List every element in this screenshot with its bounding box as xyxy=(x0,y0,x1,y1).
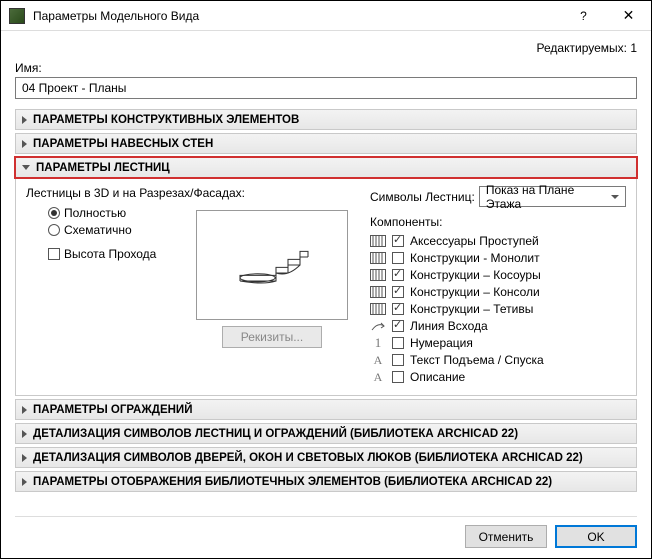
component-row: Конструкции – Тетивы xyxy=(370,302,626,316)
component-label: Нумерация xyxy=(410,336,473,350)
name-input[interactable] xyxy=(15,77,637,99)
chevron-right-icon xyxy=(22,454,27,462)
panel-title: ДЕТАЛИЗАЦИЯ СИМВОЛОВ ЛЕСТНИЦ И ОГРАЖДЕНИ… xyxy=(33,428,518,440)
chevron-right-icon xyxy=(22,478,27,486)
panel-title: ПАРАМЕТРЫ ОГРАЖДЕНИЙ xyxy=(33,404,192,416)
stair-preview xyxy=(196,210,348,320)
component-row: A Текст Подъема / Спуска xyxy=(370,353,626,367)
dialog-window: Параметры Модельного Вида ? ✕ Редактируе… xyxy=(0,0,652,559)
component-row: Конструкции - Монолит xyxy=(370,251,626,265)
panel-construct-elements[interactable]: ПАРАМЕТРЫ КОНСТРУКТИВНЫХ ЭЛЕМЕНТОВ xyxy=(15,109,637,130)
panel-railings[interactable]: ПАРАМЕТРЫ ОГРАЖДЕНИЙ xyxy=(15,399,637,420)
component-type-icon: A xyxy=(370,353,386,367)
requisites-button: Рекизиты... xyxy=(222,326,322,348)
component-checkbox[interactable] xyxy=(392,252,404,264)
panel-stair-rail-detail[interactable]: ДЕТАЛИЗАЦИЯ СИМВОЛОВ ЛЕСТНИЦ И ОГРАЖДЕНИ… xyxy=(15,423,637,444)
panel-title: ПАРАМЕТРЫ КОНСТРУКТИВНЫХ ЭЛЕМЕНТОВ xyxy=(33,114,299,126)
component-type-icon: A xyxy=(370,370,386,384)
panel-title: ПАРАМЕТРЫ ЛЕСТНИЦ xyxy=(36,162,170,174)
dialog-body: Редактируемых: 1 Имя: ПАРАМЕТРЫ КОНСТРУК… xyxy=(1,31,651,558)
radio-icon xyxy=(48,224,60,236)
component-label: Конструкции - Монолит xyxy=(410,251,540,265)
window-title: Параметры Модельного Вида xyxy=(33,9,561,23)
help-button[interactable]: ? xyxy=(561,1,606,30)
component-checkbox[interactable] xyxy=(392,303,404,315)
checkbox-label: Высота Прохода xyxy=(64,247,156,261)
titlebar: Параметры Модельного Вида ? ✕ xyxy=(1,1,651,31)
close-button[interactable]: ✕ xyxy=(606,1,651,30)
dropdown-value: Показ на Плане Этажа xyxy=(486,183,607,211)
component-row: Линия Всхода xyxy=(370,319,626,333)
component-row: A Описание xyxy=(370,370,626,384)
component-row: 1 Нумерация xyxy=(370,336,626,350)
components-list: Аксессуары Проступей Конструкции - Моноли… xyxy=(370,234,626,384)
component-checkbox[interactable] xyxy=(392,371,404,383)
cancel-button[interactable]: Отменить xyxy=(465,525,547,548)
panel-title: ДЕТАЛИЗАЦИЯ СИМВОЛОВ ДВЕРЕЙ, ОКОН И СВЕТ… xyxy=(33,452,583,464)
component-type-icon xyxy=(370,319,386,333)
chevron-right-icon xyxy=(22,140,27,148)
panel-title: ПАРАМЕТРЫ НАВЕСНЫХ СТЕН xyxy=(33,138,213,150)
radio-label: Полностью xyxy=(64,206,126,220)
panel-door-window-detail[interactable]: ДЕТАЛИЗАЦИЯ СИМВОЛОВ ДВЕРЕЙ, ОКОН И СВЕТ… xyxy=(15,447,637,468)
checkbox-icon xyxy=(48,248,60,260)
component-checkbox[interactable] xyxy=(392,337,404,349)
component-type-icon xyxy=(370,302,386,316)
titlebar-buttons: ? ✕ xyxy=(561,1,651,30)
component-type-icon: 1 xyxy=(370,336,386,350)
component-type-icon xyxy=(370,251,386,265)
component-label: Конструкции – Тетивы xyxy=(410,302,533,316)
radio-label: Схематично xyxy=(64,223,132,237)
symbols-row: Символы Лестниц: Показ на Плане Этажа xyxy=(370,186,626,207)
chevron-down-icon xyxy=(22,165,30,170)
name-label: Имя: xyxy=(15,61,637,75)
component-label: Конструкции – Консоли xyxy=(410,285,540,299)
component-row: Аксессуары Проступей xyxy=(370,234,626,248)
chevron-right-icon xyxy=(22,116,27,124)
component-label: Конструкции – Косоуры xyxy=(410,268,541,282)
panels: ПАРАМЕТРЫ КОНСТРУКТИВНЫХ ЭЛЕМЕНТОВ ПАРАМ… xyxy=(15,109,637,492)
component-type-icon xyxy=(370,268,386,282)
component-checkbox[interactable] xyxy=(392,354,404,366)
component-label: Аксессуары Проступей xyxy=(410,234,539,248)
ok-button[interactable]: OK xyxy=(555,525,637,548)
component-checkbox[interactable] xyxy=(392,286,404,298)
component-label: Текст Подъема / Спуска xyxy=(410,353,544,367)
component-checkbox[interactable] xyxy=(392,320,404,332)
radio-icon xyxy=(48,207,60,219)
panel-curtain-walls[interactable]: ПАРАМЕТРЫ НАВЕСНЫХ СТЕН xyxy=(15,133,637,154)
symbols-dropdown[interactable]: Показ на Плане Этажа xyxy=(479,186,626,207)
app-icon xyxy=(9,8,25,24)
component-label: Линия Всхода xyxy=(410,319,488,333)
panel-stairs-body: Лестницы в 3D и на Разрезах/Фасадах: Пол… xyxy=(15,178,637,396)
component-row: Конструкции – Косоуры xyxy=(370,268,626,282)
panel-stairs[interactable]: ПАРАМЕТРЫ ЛЕСТНИЦ xyxy=(15,157,637,178)
component-row: Конструкции – Консоли xyxy=(370,285,626,299)
component-checkbox[interactable] xyxy=(392,235,404,247)
stairs-symbols-section: Символы Лестниц: Показ на Плане Этажа Ко… xyxy=(370,186,626,387)
panel-title: ПАРАМЕТРЫ ОТОБРАЖЕНИЯ БИБЛИОТЕЧНЫХ ЭЛЕМЕ… xyxy=(33,476,552,488)
component-label: Описание xyxy=(410,370,465,384)
panel-library-display[interactable]: ПАРАМЕТРЫ ОТОБРАЖЕНИЯ БИБЛИОТЕЧНЫХ ЭЛЕМЕ… xyxy=(15,471,637,492)
stairs-3d-label: Лестницы в 3D и на Разрезах/Фасадах: xyxy=(26,186,358,200)
component-type-icon xyxy=(370,234,386,248)
stairs-3d-section: Лестницы в 3D и на Разрезах/Фасадах: Пол… xyxy=(26,186,358,387)
components-label: Компоненты: xyxy=(370,215,626,229)
component-checkbox[interactable] xyxy=(392,269,404,281)
stair-preview-icon xyxy=(232,235,312,295)
editable-count: Редактируемых: 1 xyxy=(15,41,637,55)
symbols-label: Символы Лестниц: xyxy=(370,190,475,204)
component-type-icon xyxy=(370,285,386,299)
chevron-right-icon xyxy=(22,430,27,438)
chevron-right-icon xyxy=(22,406,27,414)
dialog-footer: Отменить OK xyxy=(15,516,637,548)
